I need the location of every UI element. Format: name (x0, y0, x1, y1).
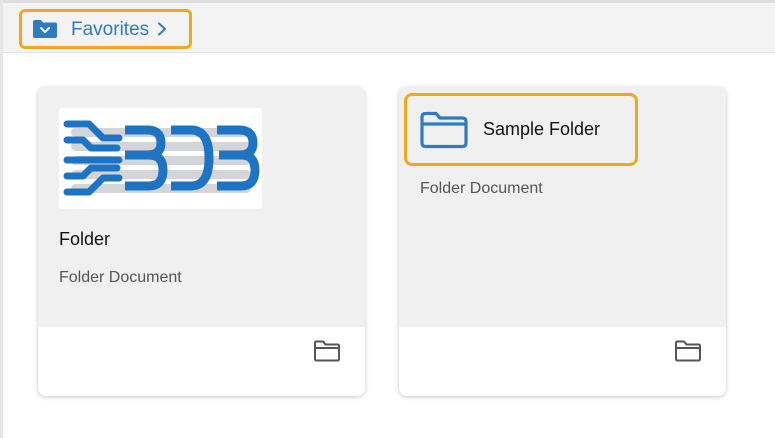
folder-outline-icon[interactable] (674, 340, 702, 362)
folder-icon (420, 111, 468, 148)
folder-outline-icon[interactable] (313, 340, 341, 362)
bdb-logo-thumbnail (59, 108, 262, 209)
bdb-logo-icon (63, 120, 260, 196)
favorites-label: Favorites (71, 18, 150, 40)
card-title: Folder (59, 229, 111, 249)
folder-dropdown-icon (33, 20, 57, 38)
window-left-edge (0, 0, 3, 438)
favorites-breadcrumb[interactable]: Favorites (19, 9, 192, 49)
card-title: Sample Folder (483, 119, 601, 139)
sample-folder-header[interactable]: Sample Folder (404, 93, 638, 166)
card-header-area: Folder Folder Document (38, 87, 365, 327)
header-bar: Favorites (3, 3, 775, 53)
card-subtitle: Folder Document (420, 180, 543, 197)
sample-folder-card[interactable]: Sample Folder Folder Document (399, 87, 726, 396)
card-header-area: Sample Folder Folder Document (399, 87, 726, 327)
folder-card[interactable]: Folder Folder Document (38, 87, 365, 396)
chevron-right-icon (158, 22, 167, 36)
card-subtitle: Folder Document (59, 269, 182, 286)
